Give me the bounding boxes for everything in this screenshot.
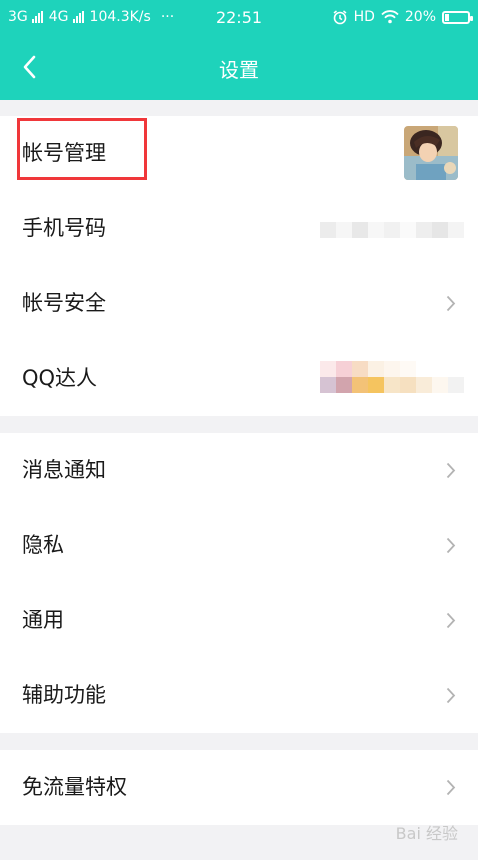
battery-icon [442, 10, 473, 24]
avatar [404, 126, 458, 180]
status-right: HD 20% [332, 9, 473, 25]
row-privacy[interactable]: 隐私 [0, 508, 478, 583]
page-title: 设置 [219, 58, 259, 82]
row-general[interactable]: 通用 [0, 583, 478, 658]
row-label: QQ达人 [22, 366, 98, 390]
row-phone-number[interactable]: 手机号码 [0, 191, 478, 266]
settings-group-general: 消息通知 隐私 通用 辅助功能 [0, 433, 478, 733]
chevron-right-icon [446, 612, 456, 629]
settings-group-data: 免流量特权 [0, 750, 478, 825]
row-qq-talent[interactable]: QQ达人 [0, 341, 478, 416]
phone-number-value [320, 222, 464, 238]
row-label: 隐私 [22, 533, 64, 557]
battery-percent: 20% [404, 9, 436, 25]
battery-fill [445, 13, 450, 21]
chevron-right-icon [446, 537, 456, 554]
chevron-right-icon [446, 295, 456, 312]
alarm-icon [333, 10, 347, 25]
chevron-right-icon [446, 779, 456, 796]
status-bar: 3G 4G 104.3K/s ··· 22:51 HD 20% [0, 0, 478, 34]
row-account-security[interactable]: 帐号安全 [0, 266, 478, 341]
row-label: 通用 [22, 608, 64, 632]
wifi-icon [381, 10, 399, 24]
watermark: Bai 经验 [395, 824, 458, 843]
highlight-box [17, 118, 147, 180]
row-accessibility[interactable]: 辅助功能 [0, 658, 478, 733]
qq-talent-badge [320, 361, 464, 393]
hd-label: HD [353, 9, 375, 25]
nav-bar: 设置 [0, 44, 478, 90]
chevron-right-icon [446, 462, 456, 479]
row-label: 手机号码 [22, 216, 106, 240]
row-free-data-privilege[interactable]: 免流量特权 [0, 750, 478, 825]
chevron-right-icon [446, 687, 456, 704]
row-label: 消息通知 [22, 458, 106, 482]
row-notifications[interactable]: 消息通知 [0, 433, 478, 508]
row-label: 辅助功能 [22, 683, 106, 707]
row-label: 帐号安全 [22, 291, 106, 315]
row-label: 免流量特权 [22, 775, 127, 799]
header-bar: 3G 4G 104.3K/s ··· 22:51 HD 20% 设置 [0, 0, 478, 100]
